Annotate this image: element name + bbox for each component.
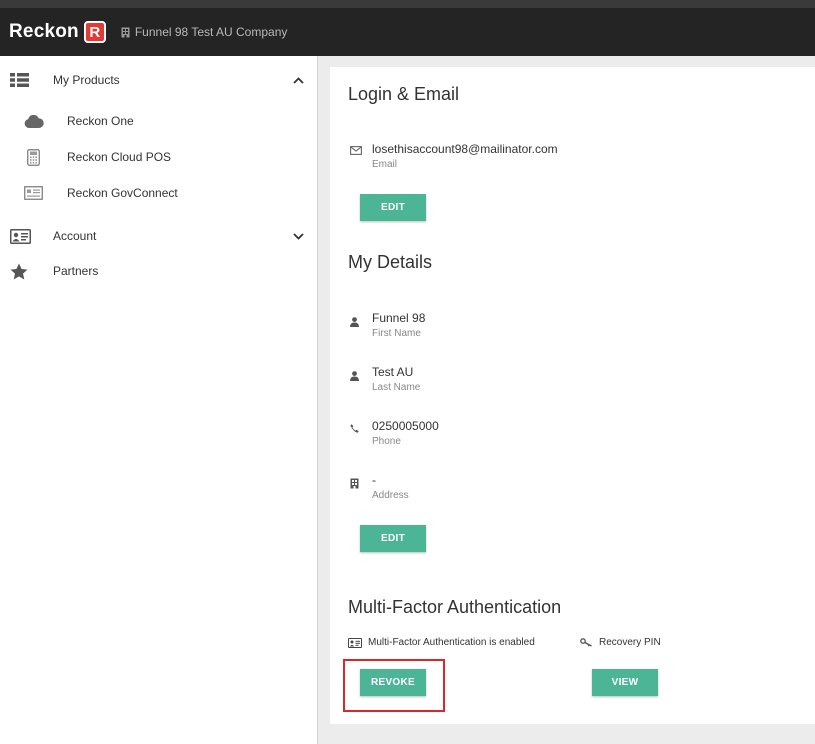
pos-terminal-icon	[27, 148, 40, 166]
logo-mark: R	[83, 21, 106, 43]
mfa-status-text: Multi-Factor Authentication is enabled	[368, 637, 535, 648]
first-name-label: First Name	[372, 328, 421, 339]
person-icon	[350, 311, 372, 339]
recovery-pin-label: Recovery PIN	[599, 637, 661, 648]
address-value: -	[372, 473, 376, 487]
sidebar-item-account[interactable]: Account	[0, 218, 318, 254]
first-name-field: Funnel 98 First Name	[350, 311, 425, 339]
key-icon	[580, 638, 592, 647]
reckon-logo[interactable]: Reckon R	[9, 21, 106, 43]
sidebar-item-partners[interactable]: Partners	[0, 253, 318, 289]
address-field: - Address	[350, 473, 409, 501]
phone-icon	[350, 419, 372, 447]
email-field: losethisaccount98@mailinator.com Email	[350, 142, 558, 170]
revoke-highlight-box	[343, 659, 445, 712]
sidebar-item-label: Account	[53, 229, 97, 243]
top-strip	[0, 0, 815, 8]
star-icon	[10, 263, 28, 280]
edit-login-button[interactable]: EDIT	[360, 194, 426, 221]
recovery-pin: Recovery PIN	[580, 637, 661, 648]
govconnect-icon	[24, 186, 43, 200]
phone-label: Phone	[372, 436, 401, 447]
sidebar-item-label: Partners	[53, 264, 99, 278]
mfa-title: Multi-Factor Authentication	[348, 597, 562, 617]
last-name-field: Test AU Last Name	[350, 365, 420, 393]
email-value: losethisaccount98@mailinator.com	[372, 142, 558, 156]
edit-details-button[interactable]: EDIT	[360, 525, 426, 552]
sidebar-item-label: Reckon One	[67, 114, 134, 128]
email-label: Email	[372, 159, 398, 170]
view-recovery-pin-button[interactable]: VIEW	[592, 669, 658, 696]
login-email-title: Login & Email	[348, 84, 460, 104]
sidebar-item-label: My Products	[53, 73, 120, 87]
sidebar-item-reckon-one[interactable]: Reckon One	[0, 103, 318, 139]
sidebar: My Products Reckon One Reckon Cloud POS	[0, 56, 318, 744]
grid-list-icon	[10, 73, 29, 87]
phone-value: 0250005000	[372, 419, 439, 433]
profile-card: Login & Email losethisaccount98@mailinat…	[330, 67, 815, 724]
building-icon	[350, 473, 372, 501]
last-name-label: Last Name	[372, 382, 421, 393]
sidebar-item-label: Reckon GovConnect	[67, 186, 178, 200]
envelope-icon	[350, 142, 372, 170]
logo-text: Reckon	[9, 21, 79, 42]
first-name-value: Funnel 98	[372, 311, 426, 325]
mfa-status: Multi-Factor Authentication is enabled	[348, 637, 535, 648]
company-name: Funnel 98 Test AU Company	[134, 25, 288, 39]
my-details-title: My Details	[348, 252, 433, 272]
sidebar-item-my-products[interactable]: My Products	[0, 62, 318, 98]
chevron-up-icon[interactable]	[293, 76, 304, 84]
address-label: Address	[372, 490, 409, 501]
person-icon	[350, 365, 372, 393]
sidebar-item-label: Reckon Cloud POS	[67, 150, 172, 164]
sidebar-item-reckon-govconnect[interactable]: Reckon GovConnect	[0, 175, 318, 211]
company-selector[interactable]: Funnel 98 Test AU Company	[121, 25, 288, 39]
app-header: Reckon R Funnel 98 Test AU Company	[0, 8, 815, 56]
chevron-down-icon[interactable]	[293, 232, 304, 240]
sidebar-item-reckon-cloud-pos[interactable]: Reckon Cloud POS	[0, 139, 318, 175]
last-name-value: Test AU	[372, 365, 414, 379]
cloud-icon	[24, 114, 44, 128]
id-card-icon	[10, 228, 31, 244]
building-icon	[121, 27, 130, 37]
id-card-icon	[348, 637, 362, 648]
phone-field: 0250005000 Phone	[350, 419, 439, 447]
